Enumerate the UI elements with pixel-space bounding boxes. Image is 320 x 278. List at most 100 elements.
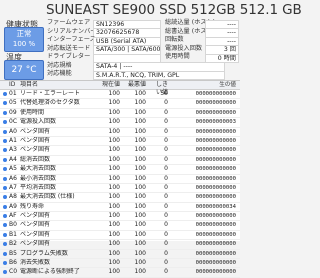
row-worst: 100 xyxy=(134,99,146,107)
table-row[interactable]: A1 ベンダ固有 100 100 0 000000000000 xyxy=(0,136,240,147)
row-name: 最大消去回数 xyxy=(20,165,57,173)
status-dot-icon xyxy=(3,251,7,256)
firmware-label: ファームウェア xyxy=(47,19,91,26)
row-raw: 000000000003 xyxy=(195,119,236,126)
row-name: ベンダ固有 xyxy=(20,221,51,229)
header-raw[interactable]: 生の値 xyxy=(174,81,236,89)
standard-label: 対応規格 xyxy=(47,61,72,69)
header-worst[interactable]: 最悪値 xyxy=(126,81,146,89)
table-row[interactable]: A6 最小消去回数 100 100 0 000000000000 xyxy=(0,175,240,184)
row-raw: 000000000000 xyxy=(195,156,236,163)
row-worst: 100 xyxy=(134,136,146,144)
row-current: 100 xyxy=(108,155,120,163)
row-name: ベンダ固有 xyxy=(20,127,51,135)
row-name: 電源投入回数 xyxy=(20,118,57,126)
table-row[interactable]: A8 最大消去回数 (仕様) 100 100 0 000000000000 xyxy=(0,193,240,203)
status-dot-icon xyxy=(3,195,7,200)
table-row[interactable]: 05 代替処理済のセクタ数 100 100 0 000000000000 xyxy=(0,99,240,109)
row-threshold: 0 xyxy=(164,99,168,107)
row-name: ベンダ固有 xyxy=(20,230,51,238)
row-threshold: 0 xyxy=(164,146,168,154)
info-row-standard: 対応規格 SATA-4 | ---- xyxy=(47,61,237,72)
row-worst: 100 xyxy=(134,202,146,210)
rotation-label: 回転数 xyxy=(165,36,184,43)
row-worst: 100 xyxy=(134,165,146,173)
table-row[interactable]: A0 ベンダ固有 100 100 0 000000000000 xyxy=(0,128,240,137)
serial-label: シリアルナンバー xyxy=(47,27,97,35)
row-worst: 100 xyxy=(134,174,146,182)
row-worst: 100 xyxy=(134,90,146,97)
row-name: 平均消去回数 xyxy=(20,183,57,191)
row-worst: 100 xyxy=(134,212,146,220)
status-dot-icon xyxy=(3,92,7,96)
health-percent: 100 % xyxy=(12,40,36,48)
row-threshold: 0 xyxy=(164,174,168,182)
row-current: 100 xyxy=(108,183,120,191)
temperature-box: 27 °C xyxy=(4,60,44,80)
table-row[interactable]: B5 プログラム失敗数 100 100 0 000000000000 xyxy=(0,249,240,260)
row-threshold: 0 xyxy=(164,212,168,220)
power-on-count-label: 電源投入回数 xyxy=(165,44,203,52)
row-current: 100 xyxy=(108,90,120,97)
row-name: ベンダ固有 xyxy=(20,146,51,154)
info-row-drive-letter: ドライブレター 使用時間 0 時間 xyxy=(47,53,239,63)
table-row[interactable]: B6 消去失敗数 100 100 0 000000000000 xyxy=(0,259,240,269)
row-raw: 000000000000 xyxy=(195,241,236,248)
row-name: 消去失敗数 xyxy=(20,259,51,267)
row-raw: 000000000000 xyxy=(195,213,236,220)
table-row[interactable]: B0 ベンダ固有 100 100 0 000000000000 xyxy=(0,221,240,231)
status-dot-icon xyxy=(3,185,7,190)
table-row[interactable]: A7 平均消去回数 100 100 0 000000000000 xyxy=(0,183,240,194)
header-name[interactable]: 項目名 xyxy=(20,81,90,89)
row-worst: 100 xyxy=(134,240,146,248)
row-name: プログラム失敗数 xyxy=(20,249,68,257)
row-threshold: 0 xyxy=(164,221,168,229)
row-name: 総消去回数 xyxy=(20,155,51,163)
header-current[interactable]: 現在値 xyxy=(100,81,120,89)
row-threshold: 0 xyxy=(164,202,168,210)
row-threshold: 0 xyxy=(164,108,168,116)
status-dot-icon xyxy=(3,232,7,237)
row-name: 最小消去回数 xyxy=(20,174,57,182)
row-raw: 000000000000 xyxy=(195,269,236,276)
row-current: 100 xyxy=(108,221,120,229)
row-threshold: 0 xyxy=(164,127,168,135)
status-dot-icon xyxy=(3,270,7,275)
table-row[interactable]: C0 電源断による強制終了 100 100 0 000000000000 xyxy=(0,268,240,278)
table-row[interactable]: 09 使用時間 100 100 0 000000000000 xyxy=(0,108,240,119)
row-raw: 000000000000 xyxy=(195,91,236,97)
status-dot-icon xyxy=(3,101,7,106)
row-worst: 100 xyxy=(134,259,146,267)
row-current: 100 xyxy=(108,118,120,126)
table-row[interactable]: A4 総消去回数 100 100 0 000000000000 xyxy=(0,155,240,166)
info-row-interface: インターフェース USB (Serial ATA) 回転数 ---- xyxy=(47,36,239,46)
row-worst: 100 xyxy=(134,183,146,191)
table-row[interactable]: B1 ベンダ固有 100 100 0 000000000000 xyxy=(0,230,240,241)
health-status: 正常 xyxy=(16,29,32,38)
table-row[interactable]: A3 ベンダ固有 100 100 0 000000000000 xyxy=(0,146,240,156)
row-worst: 100 xyxy=(134,249,146,257)
row-threshold: 0 xyxy=(164,259,168,267)
row-worst: 100 xyxy=(134,193,146,201)
row-threshold: 0 xyxy=(164,249,168,257)
info-row-firmware: ファームウェア SN12396 総読込量 (ホスト) ---- xyxy=(47,19,239,29)
row-name: リード・エラーレート xyxy=(20,90,81,97)
table-row[interactable]: 0C 電源投入回数 100 100 0 000000000003 xyxy=(0,118,240,128)
table-row[interactable]: AF ベンダ固有 100 100 0 000000000000 xyxy=(0,212,240,222)
row-name: 代替処理済のセクタ数 xyxy=(20,99,80,107)
table-row[interactable]: A9 残り寿命 100 100 0 000000000034 xyxy=(0,202,240,213)
drive-letter-label: ドライブレター xyxy=(47,53,91,60)
table-row[interactable]: A5 最大消去回数 100 100 0 000000000000 xyxy=(0,165,240,175)
row-threshold: 0 xyxy=(164,268,168,276)
interface-label: インターフェース xyxy=(47,36,96,43)
row-worst: 100 xyxy=(134,155,146,163)
row-worst: 100 xyxy=(134,127,146,135)
row-worst: 100 xyxy=(134,146,146,154)
status-dot-icon xyxy=(3,120,7,125)
table-row[interactable]: 01 リード・エラーレート 100 100 50 000000000000 xyxy=(0,90,240,100)
row-worst: 100 xyxy=(134,230,146,238)
status-dot-icon xyxy=(3,223,7,228)
status-dot-icon xyxy=(3,242,7,247)
table-row[interactable]: B2 ベンダ固有 100 100 0 000000000000 xyxy=(0,240,240,250)
table-header: ID 項目名 現在値 最悪値 しきい値 生の値 xyxy=(0,81,240,96)
